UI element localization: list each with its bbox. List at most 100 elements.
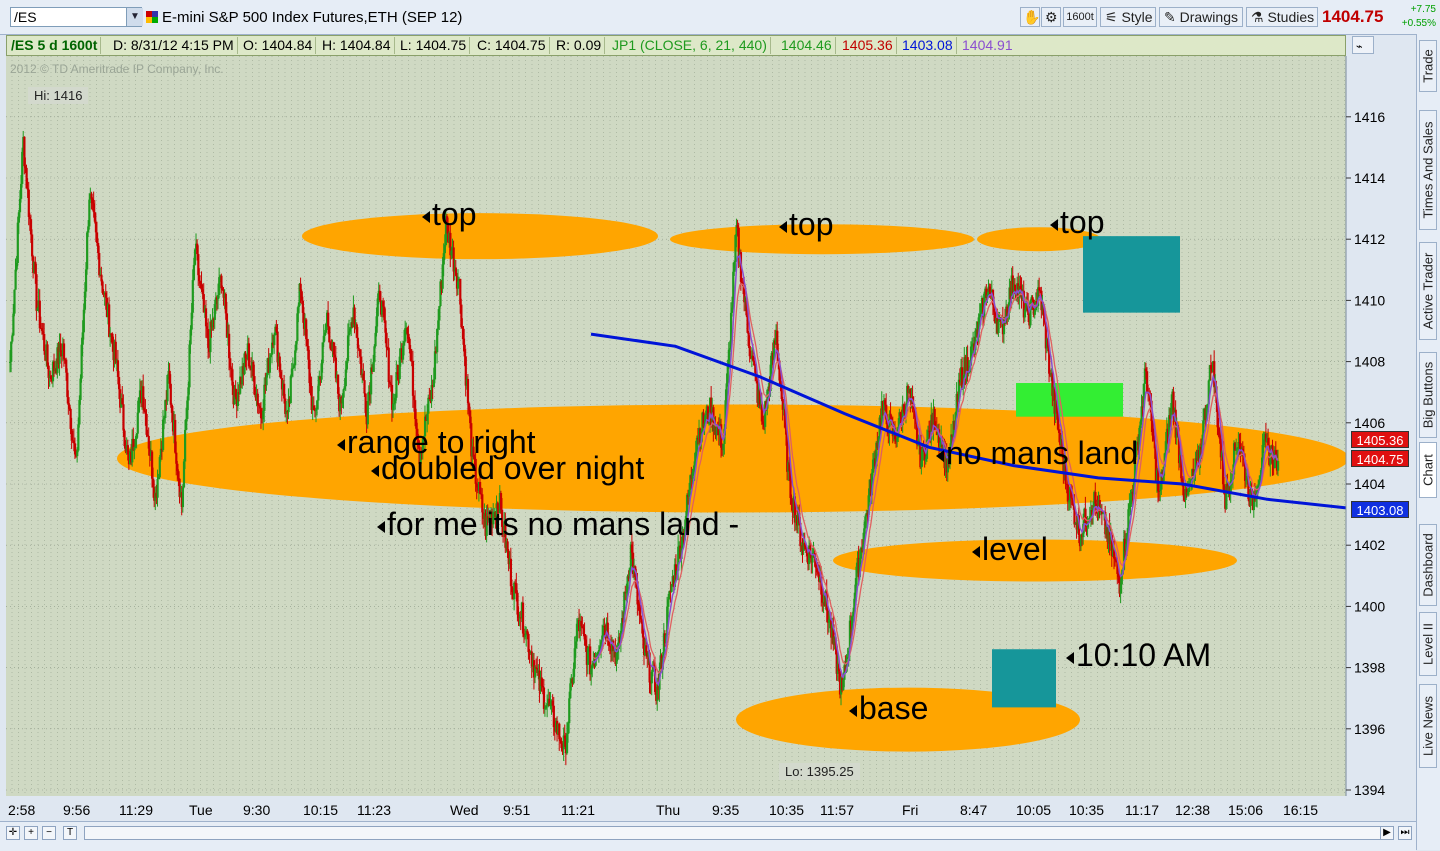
crosshair-button[interactable]: ✛ bbox=[6, 826, 20, 840]
tab-level-ii[interactable]: Level II bbox=[1419, 612, 1437, 676]
price-candle-body bbox=[342, 389, 345, 398]
price-candle-body bbox=[122, 404, 125, 431]
time-axis-label: 11:21 bbox=[561, 802, 595, 818]
text-tool-button[interactable]: T bbox=[63, 826, 77, 840]
price-candle-body bbox=[136, 412, 139, 434]
copyright-text: 2012 © TD Ameritrade IP Company, Inc. bbox=[10, 62, 224, 76]
price-candle-body bbox=[385, 332, 388, 348]
price-axis-label: 1414 bbox=[1354, 170, 1385, 186]
price-candle-body bbox=[177, 471, 180, 479]
price-candle-body bbox=[35, 274, 38, 311]
price-candle-body bbox=[43, 333, 46, 352]
tab-active-trader[interactable]: Active Trader bbox=[1419, 242, 1437, 340]
price-axis-label: 1404 bbox=[1354, 476, 1385, 492]
info-study-value-2: 1405.36 bbox=[839, 37, 897, 54]
time-axis-label: 9:30 bbox=[243, 802, 270, 818]
price-candle-body bbox=[156, 479, 159, 498]
hand-icon: ✋ bbox=[1023, 9, 1041, 25]
double-arrow-right-icon: ⏭ bbox=[1400, 827, 1410, 838]
price-axis-label: 1408 bbox=[1354, 354, 1385, 370]
info-study-value-3: 1403.08 bbox=[899, 37, 957, 54]
price-candle-body bbox=[363, 380, 366, 394]
symbol-input-value: /ES bbox=[14, 9, 37, 25]
info-range: R: 0.09 bbox=[553, 37, 606, 54]
price-candle-body bbox=[198, 275, 201, 282]
pan-tool-button[interactable]: ✋ bbox=[1020, 7, 1040, 27]
tab-dashboard[interactable]: Dashboard bbox=[1419, 524, 1437, 606]
timeframe-badge[interactable]: 1600t bbox=[1063, 7, 1097, 27]
price-axis-label: 1416 bbox=[1354, 109, 1385, 125]
price-candle-body bbox=[31, 234, 34, 257]
studies-button[interactable]: ⚗ Studies bbox=[1246, 7, 1318, 27]
net-change: +7.75 bbox=[1410, 4, 1436, 15]
price-candle-body bbox=[62, 343, 66, 360]
arrow-right-icon: ▶ bbox=[1383, 827, 1391, 838]
time-axis-label: 9:56 bbox=[63, 802, 90, 818]
price-candle-body bbox=[433, 351, 437, 380]
price-candle-body bbox=[1277, 461, 1280, 471]
annotation-level: level bbox=[972, 531, 1048, 568]
price-candle-body bbox=[46, 344, 49, 366]
pencil-icon: ✎ bbox=[1164, 9, 1176, 25]
price-tag-ma-red: 1405.36 bbox=[1351, 431, 1409, 448]
instrument-title: E-mini S&P 500 Index Futures,ETH (SEP 12… bbox=[162, 9, 463, 26]
low-label: Lo: 1395.25 bbox=[779, 763, 860, 780]
tab-chart[interactable]: Chart bbox=[1419, 442, 1437, 498]
chart-settings-button[interactable]: ⌁ bbox=[1352, 36, 1374, 54]
zoom-out-button[interactable]: − bbox=[42, 826, 56, 840]
price-candle-body bbox=[86, 232, 89, 270]
tab-trade[interactable]: Trade bbox=[1419, 40, 1437, 92]
zoom-in-button[interactable]: + bbox=[24, 826, 38, 840]
price-candle-body bbox=[438, 306, 441, 321]
time-axis-label: 2:58 bbox=[8, 802, 35, 818]
price-axis-label: 1402 bbox=[1354, 537, 1385, 553]
price-candle-body bbox=[667, 599, 670, 607]
price-tag-ma-blue: 1403.08 bbox=[1351, 501, 1409, 518]
price-candle-body bbox=[466, 378, 470, 404]
style-icon: ⚟ bbox=[1105, 9, 1118, 25]
price-candle-body bbox=[289, 376, 292, 404]
info-low: L: 1404.75 bbox=[397, 37, 471, 54]
price-candle-body bbox=[534, 667, 537, 678]
price-candle-body bbox=[247, 343, 251, 367]
tab-times-and-sales[interactable]: Times And Sales bbox=[1419, 110, 1437, 230]
studies-icon: ⚗ bbox=[1251, 9, 1264, 25]
price-candle-body bbox=[1013, 284, 1017, 291]
highlight-box bbox=[1016, 383, 1123, 417]
time-axis-label: 8:47 bbox=[960, 802, 987, 818]
price-chart[interactable]: 1394 1396 1398 1400 1402 1404 1406 1408 1410 1412… bbox=[6, 56, 1416, 821]
annotation-top-1: top bbox=[422, 196, 476, 233]
time-axis-label: 9:35 bbox=[712, 802, 739, 818]
annotation-doubled: doubled over night bbox=[371, 450, 644, 487]
high-label: Hi: 1416 bbox=[28, 87, 89, 104]
scroll-end-button[interactable]: ⏭ bbox=[1398, 826, 1412, 840]
price-candle-body bbox=[191, 280, 194, 313]
annotation-base: base bbox=[849, 690, 928, 727]
info-open: O: 1404.84 bbox=[240, 37, 317, 54]
drawings-button[interactable]: ✎ Drawings bbox=[1159, 7, 1243, 27]
annotation-no-mans-me: for me its no mans land - bbox=[377, 506, 739, 543]
annotation-no-mans-land: no mans land bbox=[936, 435, 1138, 472]
time-axis-label: Thu bbox=[656, 802, 680, 818]
crosshair-icon: ✛ bbox=[8, 827, 18, 838]
price-candle-body bbox=[169, 383, 172, 405]
annotation-time: 10:10 AM bbox=[1066, 637, 1211, 674]
price-axis-label: 1400 bbox=[1354, 598, 1385, 614]
highlight-box bbox=[992, 649, 1056, 708]
horizontal-scrollbar[interactable] bbox=[84, 826, 1394, 840]
tab-big-buttons[interactable]: Big Buttons bbox=[1419, 352, 1437, 438]
time-axis-label: Tue bbox=[189, 802, 213, 818]
tab-live-news[interactable]: Live News bbox=[1419, 684, 1437, 768]
price-axis-label: 1396 bbox=[1354, 721, 1385, 737]
scroll-right-button[interactable]: ▶ bbox=[1380, 826, 1394, 840]
info-symbol-timeframe: /ES 5 d 1600t bbox=[8, 37, 102, 54]
info-study-value-4: 1404.91 bbox=[962, 37, 1013, 53]
price-candle-body bbox=[14, 269, 17, 290]
futures-icon bbox=[146, 11, 158, 23]
style-button[interactable]: ⚟ Style bbox=[1100, 7, 1156, 27]
symbol-dropdown-button[interactable]: ▼ bbox=[126, 8, 143, 26]
time-axis-label: 10:35 bbox=[769, 802, 804, 818]
last-price: 1404.75 bbox=[1322, 7, 1384, 26]
time-axis-label: 10:35 bbox=[1069, 802, 1104, 818]
settings-tool-button[interactable]: ⚙ bbox=[1041, 7, 1061, 27]
